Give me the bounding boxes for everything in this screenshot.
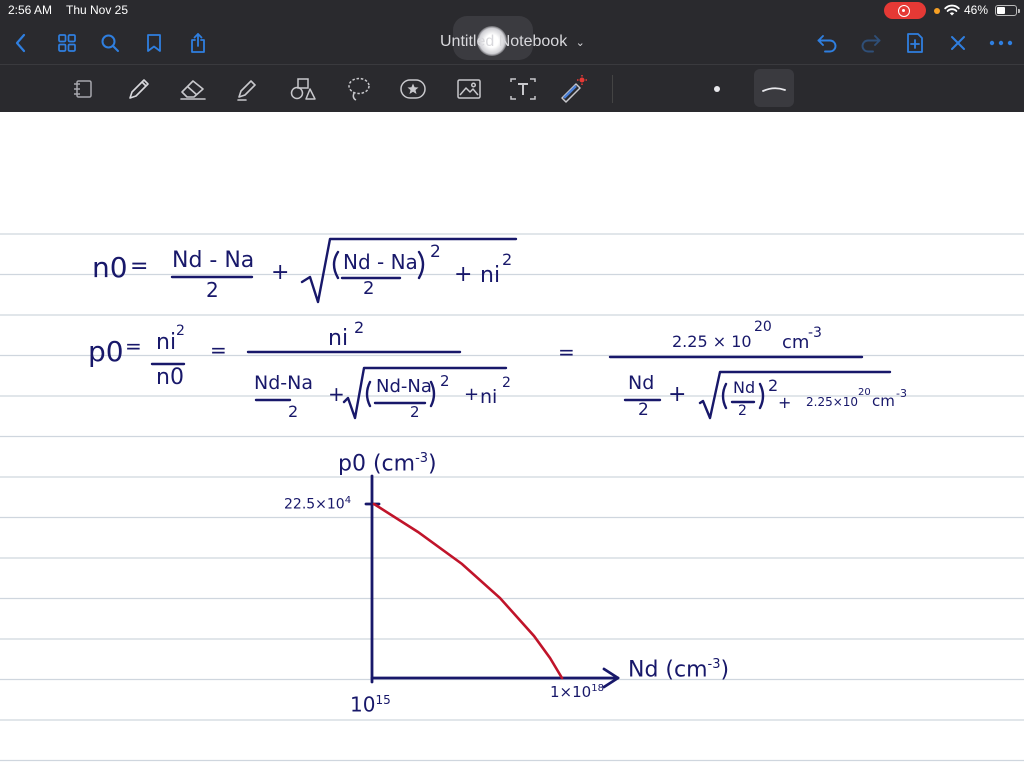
mic-in-use-dot [934,8,940,14]
nav-bar: Untitled Notebook ⌄ [0,16,1024,64]
eq2-right-numerator-unit: cm [782,332,810,353]
eq2-mid-ni-square: 2 [502,375,511,391]
eq2-right-numerator-unit-exp: -3 [808,325,822,341]
eq2-frac1-numerator: ni [156,330,177,355]
eq2-equals3: = [558,340,575,364]
close-icon[interactable] [945,30,971,56]
eq2-right-sqrt-den: 2 [738,403,747,419]
notebook-title[interactable]: Untitled Notebook ⌄ [440,33,585,51]
eq2-mid-ni: ni [480,386,498,408]
status-time: 2:56 AM [8,3,53,17]
eq2-mid-sqrt-num: Nd-Na [376,376,432,397]
graph-curve [372,502,564,680]
highlighter-icon[interactable] [232,75,262,103]
eq2-right-const: 2.25×10 [806,395,859,409]
page-rules [0,233,1024,762]
grid-icon[interactable] [54,30,80,56]
share-icon[interactable] [185,30,211,56]
eq1-ni-square: 2 [502,250,513,269]
screen-recording-indicator[interactable] [884,2,926,19]
eq2-right-plus2: + [778,393,792,412]
graph-x-label: Nd (cm-3) [628,657,730,683]
eq2-mid-den-frac-den: 2 [288,402,299,421]
lasso-icon[interactable] [344,75,374,103]
search-icon[interactable] [97,30,123,56]
eq1-plus: + [271,260,290,285]
eq2-mid-plus2: + [464,384,480,405]
eq2-equals2: = [210,338,227,362]
graph-x-tick-left: 1015 [350,692,391,717]
eq2-mid-numerator: ni [328,326,349,351]
eq1-frac-numerator: Nd - Na [172,248,255,273]
notebook-title-text: Untitled Notebook [440,33,568,50]
record-icon [898,4,910,17]
notebook-page[interactable]: n0 = Nd - Na 2 + Nd - Na 2 2 + ni 2 p0 =… [0,112,1024,768]
graph-x-tick-right: 1×1018 [550,683,604,701]
wifi-icon [944,4,960,16]
sticker-icon[interactable] [398,75,428,103]
more-icon[interactable] [988,30,1014,56]
eq2-frac1-denominator: n0 [156,365,184,390]
eq2-right-den-frac-den: 2 [638,400,649,420]
lasso-select-icon[interactable] [68,75,98,103]
add-page-icon[interactable] [902,30,928,56]
stroke-curve-icon [762,87,786,92]
eq2-right-const-unit-exp: -3 [896,387,907,400]
eq2-right-den-frac-num: Nd [628,372,655,394]
eq2-mid-numerator-exp: 2 [354,318,365,337]
eq2-equals: = [125,334,142,358]
eq1-sqrt-denominator: 2 [363,278,375,299]
stroke-style-button[interactable] [754,69,794,107]
chevron-down-icon: ⌄ [575,37,585,49]
eq2-right-sqrt-num: Nd [733,378,756,397]
eraser-icon[interactable] [178,75,208,103]
toolbar-divider [612,75,613,103]
graph-y-tick: 22.5×104 [284,495,352,513]
text-icon[interactable] [508,75,538,103]
battery-icon [995,5,1020,16]
pen-size-dot-icon[interactable] [702,75,732,103]
drawing-toolbar [0,64,1024,112]
eq2-lhs: p0 [88,335,124,368]
eq2-mid-sqrt-den: 2 [410,403,420,421]
pen-icon[interactable] [124,75,154,103]
eq1-frac-denominator: 2 [206,278,219,302]
eq1-ni: ni [480,263,501,288]
laser-pointer-icon[interactable] [558,75,588,103]
shapes-icon[interactable] [288,75,318,103]
graph-axes [364,474,620,689]
undo-icon[interactable] [814,30,840,56]
eq1-lhs: n0 [92,251,128,284]
battery-percent: 46% [964,3,989,17]
eq1-square: 2 [430,242,441,262]
back-icon[interactable] [8,30,34,56]
graph-y-label: p0 (cm-3) [338,451,437,477]
eq2-right-const-exp: 20 [858,387,871,398]
eq2-mid-plus: + [328,382,345,406]
eq2-frac1-numerator-exp: 2 [176,323,185,339]
eq2-right-square: 2 [768,376,779,395]
redo-icon[interactable] [858,30,884,56]
bookmark-icon[interactable] [141,30,167,56]
eq2-right-const-unit: cm [872,392,895,410]
eq2-right-numerator: 2.25 × 10 [672,332,752,351]
eq2-mid-square: 2 [440,372,450,390]
eq1-sqrt-numerator: Nd - Na [343,250,418,274]
image-icon[interactable] [454,75,484,103]
eq2-right-numerator-exp: 20 [754,319,772,335]
eq1-plus2: + [454,262,473,287]
status-date: Thu Nov 25 [66,3,129,17]
eq2-mid-den-frac-num: Nd-Na [254,372,313,394]
eq1-equals: = [130,254,149,279]
eq2-right-plus: + [668,382,687,407]
